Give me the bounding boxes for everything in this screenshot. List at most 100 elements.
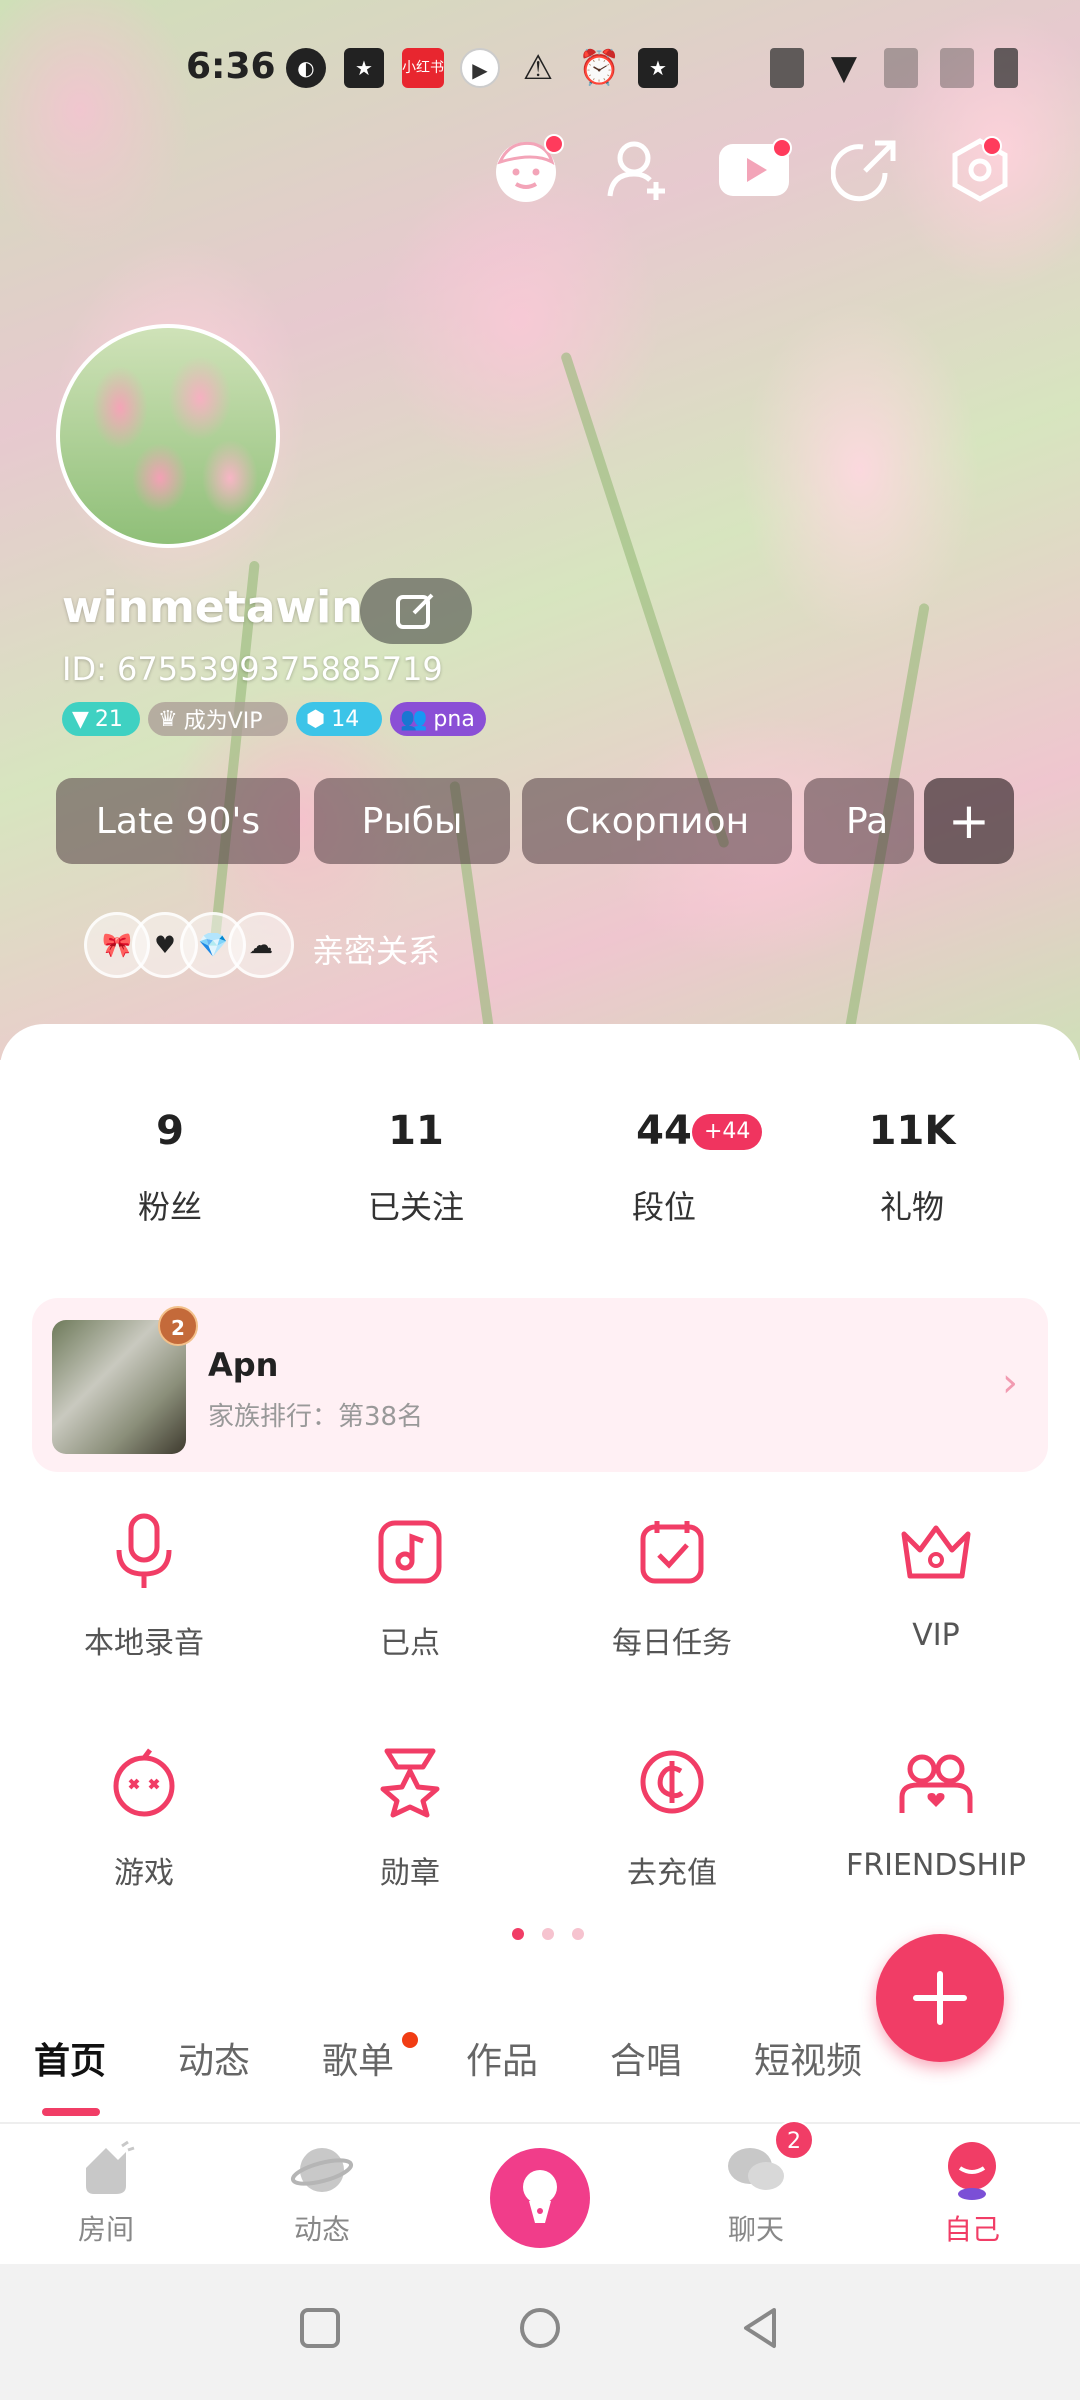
status-bar: 6:36 ◐ ★ 小红书 ▶ ⚠ ⏰ ★ ▼: [0, 40, 1080, 100]
tab-works[interactable]: 作品: [466, 2032, 538, 2084]
gem-badge[interactable]: ⬢ 14: [296, 702, 382, 736]
feature-ordered[interactable]: 已点: [290, 1512, 530, 1662]
system-navigation-bar: [0, 2264, 1080, 2400]
signal-icon: [884, 48, 918, 88]
create-button[interactable]: [876, 1934, 1004, 2062]
mic-center-icon: [523, 2170, 557, 2223]
level-badge[interactable]: ▼ 21: [62, 702, 140, 736]
wifi-icon: ▼: [830, 48, 858, 88]
family-badge-label: pna: [433, 706, 475, 732]
stat-gifts[interactable]: 11K 礼物: [812, 1108, 1012, 1228]
vip-badge[interactable]: ♛ 成为VIP: [148, 702, 288, 736]
star-app-icon: ★: [344, 48, 384, 88]
playlist-new-dot: [402, 2032, 418, 2048]
feature-label: 每日任务: [612, 1626, 732, 1661]
battery-icon: [994, 48, 1018, 88]
video-button[interactable]: [714, 130, 794, 210]
chat-unread-badge: 2: [774, 2120, 814, 2160]
edit-profile-button[interactable]: [360, 578, 472, 644]
home-icon[interactable]: [518, 2306, 562, 2350]
tab-short-video[interactable]: 短视频: [754, 2032, 862, 2084]
family-badge[interactable]: 👥 pna: [390, 702, 486, 736]
notification-icon: ◐: [286, 48, 326, 88]
family-rank-badge: 2: [158, 1306, 198, 1346]
signal-icon-2: [940, 48, 974, 88]
feature-daily-task[interactable]: 每日任务: [552, 1512, 792, 1662]
feature-label: 游戏: [114, 1856, 174, 1891]
stat-value: 9: [156, 1108, 184, 1154]
feature-label: 去充值: [627, 1856, 717, 1891]
level-badge-value: 21: [94, 706, 123, 732]
tag-item[interactable]: Pa: [804, 778, 914, 864]
avatar[interactable]: [56, 324, 280, 548]
crown-small-icon: ♛: [158, 706, 178, 732]
nav-label: 聊天: [727, 2213, 784, 2246]
rank-delta-badge: +44: [692, 1114, 763, 1150]
kid-mode-button[interactable]: [486, 130, 566, 210]
warning-icon: ⚠: [522, 48, 554, 88]
stat-label: 已关注: [367, 1188, 464, 1226]
username: winmetawin: [62, 582, 363, 633]
stat-label: 礼物: [879, 1188, 944, 1226]
stat-value: 11: [388, 1108, 444, 1154]
tag-item[interactable]: Late 90's: [56, 778, 300, 864]
recents-icon[interactable]: [298, 2306, 342, 2350]
video-app-icon: ▶: [460, 48, 500, 88]
add-tag-button[interactable]: +: [924, 778, 1014, 864]
chevron-right-icon: ›: [1002, 1360, 1018, 1406]
stat-label: 段位: [631, 1188, 696, 1226]
crown-icon: [901, 1525, 971, 1579]
nav-sing-button[interactable]: [490, 2148, 590, 2248]
coin-icon: [640, 1750, 704, 1814]
tab-playlist[interactable]: 歌单: [322, 2032, 394, 2084]
nav-me[interactable]: 自己: [902, 2138, 1042, 2248]
feature-local-recording[interactable]: 本地录音: [24, 1512, 264, 1662]
vibrate-icon: [770, 48, 804, 88]
feature-friendship[interactable]: FRIENDSHIP: [816, 1742, 1056, 1883]
vip-badge-label: 成为VIP: [183, 709, 263, 734]
feature-game[interactable]: 游戏: [24, 1742, 264, 1892]
pager-dot: [572, 1928, 584, 1940]
add-friend-button[interactable]: [600, 130, 680, 210]
tab-feed[interactable]: 动态: [178, 2032, 250, 2084]
tab-chorus[interactable]: 合唱: [610, 2032, 682, 2084]
intimate-relations[interactable]: 🎀 ♥ 💎 ☁: [84, 910, 294, 980]
pager-dot: [542, 1928, 554, 1940]
room-icon: [86, 2140, 135, 2194]
stat-following[interactable]: 11 已关注: [316, 1108, 516, 1228]
family-small-icon: 👥: [400, 706, 428, 732]
tab-home[interactable]: 首页: [34, 2032, 106, 2084]
family-name: Apn: [208, 1346, 279, 1384]
feature-label: VIP: [912, 1618, 960, 1653]
cloud-icon: ☁: [228, 912, 294, 978]
back-icon[interactable]: [738, 2306, 782, 2350]
gem-icon: ⬢: [306, 706, 326, 732]
feature-label: FRIENDSHIP: [846, 1848, 1026, 1883]
share-icon: [831, 140, 896, 202]
share-button[interactable]: [826, 130, 906, 210]
feature-label: 本地录音: [84, 1626, 204, 1661]
gem-badge-value: 14: [331, 706, 360, 732]
friendship-icon: [899, 1754, 973, 1813]
tag-item[interactable]: Скорпион: [522, 778, 792, 864]
mic-icon: [116, 1513, 172, 1588]
active-tab-indicator: [42, 2108, 100, 2116]
star-app-icon-2: ★: [638, 48, 678, 88]
nav-room[interactable]: 房间: [36, 2138, 176, 2248]
feature-medal[interactable]: 勋章: [290, 1742, 530, 1892]
feature-vip[interactable]: VIP: [816, 1512, 1056, 1653]
intimate-label[interactable]: 亲密关系: [312, 926, 440, 972]
plus-icon: [913, 1971, 967, 2025]
alarm-icon: ⏰: [578, 48, 621, 88]
calendar-check-icon: [640, 1521, 704, 1584]
nav-label: 动态: [293, 2213, 350, 2246]
nav-label: 房间: [77, 2213, 134, 2246]
stat-fans[interactable]: 9 粉丝: [70, 1108, 270, 1228]
feature-recharge[interactable]: 去充值: [552, 1742, 792, 1892]
feature-label: 勋章: [380, 1856, 440, 1891]
settings-button[interactable]: [940, 130, 1020, 210]
tag-item[interactable]: Рыбы: [314, 778, 510, 864]
stat-value: 11K: [868, 1108, 956, 1154]
nav-feed[interactable]: 动态: [252, 2138, 392, 2248]
family-card[interactable]: 2 Apn 家族排行：第38名 ›: [32, 1298, 1048, 1472]
